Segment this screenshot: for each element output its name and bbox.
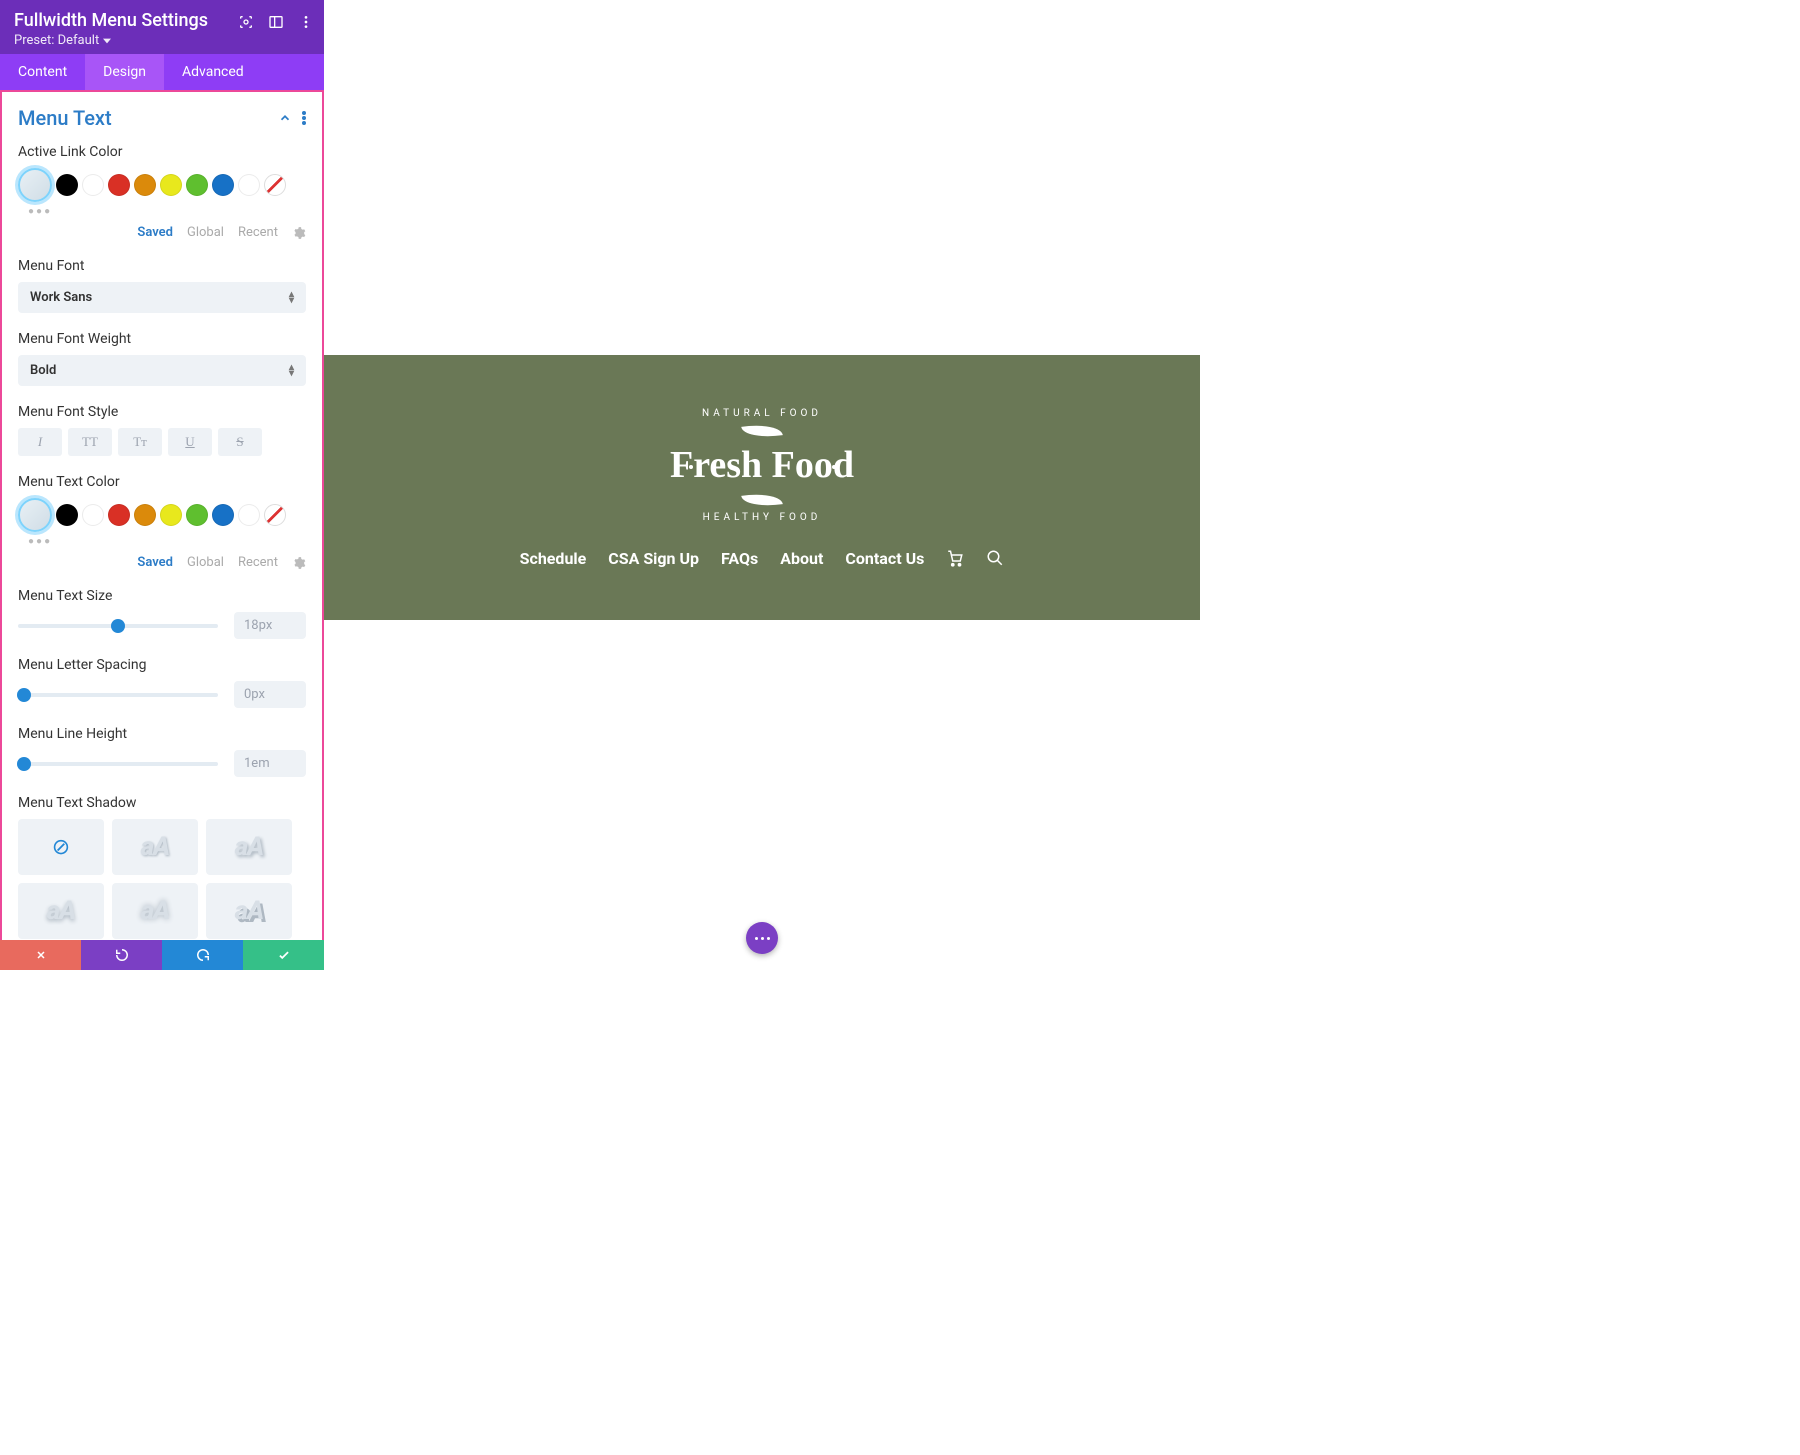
- swatch-green[interactable]: [186, 174, 208, 196]
- swatch-white2[interactable]: [238, 504, 260, 526]
- preview-area: NATURAL FOOD Fresh Food HEALTHY FOOD Sch…: [324, 0, 1200, 970]
- panel-tabs: Content Design Advanced: [0, 54, 324, 90]
- gear-icon[interactable]: [292, 226, 306, 240]
- label-menu-font: Menu Font: [18, 258, 306, 274]
- menu-font-weight-select[interactable]: Bold ▴▾: [18, 355, 306, 386]
- panel-body: Menu Text Active Link Color: [0, 90, 324, 970]
- line-height-input[interactable]: 1em: [234, 750, 306, 777]
- shadow-preset-5[interactable]: aA: [206, 883, 292, 939]
- tab-design[interactable]: Design: [85, 54, 164, 90]
- menu-font-select[interactable]: Work Sans ▴▾: [18, 282, 306, 313]
- menu-text-size-input[interactable]: 18px: [234, 612, 306, 639]
- menu-text-color-swatches: [18, 498, 306, 532]
- style-italic[interactable]: I: [18, 428, 62, 456]
- color-tab-recent[interactable]: Recent: [238, 555, 278, 570]
- swatch-blue[interactable]: [212, 174, 234, 196]
- swatch-white2[interactable]: [238, 174, 260, 196]
- swatch-black[interactable]: [56, 174, 78, 196]
- label-active-link-color: Active Link Color: [18, 144, 306, 160]
- redo-button[interactable]: [162, 940, 243, 970]
- swatch-black[interactable]: [56, 504, 78, 526]
- undo-button[interactable]: [81, 940, 162, 970]
- swatch-white[interactable]: [82, 504, 104, 526]
- label-letter-spacing: Menu Letter Spacing: [18, 657, 306, 673]
- nav-contact[interactable]: Contact Us: [845, 549, 924, 568]
- swatch-transparent[interactable]: [264, 504, 286, 526]
- logo-text: Fresh Food: [670, 443, 854, 487]
- shadow-preset-4[interactable]: aA: [112, 883, 198, 939]
- swatch-red[interactable]: [108, 504, 130, 526]
- nav-faqs[interactable]: FAQs: [721, 549, 758, 568]
- swatch-more[interactable]: ●●●: [28, 536, 306, 547]
- swatch-yellow[interactable]: [160, 504, 182, 526]
- swatch-blue[interactable]: [212, 504, 234, 526]
- active-link-color-swatches: [18, 168, 306, 202]
- tab-content[interactable]: Content: [0, 54, 85, 90]
- gear-icon[interactable]: [292, 556, 306, 570]
- shadow-none[interactable]: ⊘: [18, 819, 104, 875]
- layout-icon[interactable]: [268, 14, 284, 30]
- panel-header: Fullwidth Menu Settings Preset: Default: [0, 0, 324, 54]
- label-menu-text-size: Menu Text Size: [18, 588, 306, 604]
- style-smallcaps[interactable]: Tᴛ: [118, 428, 162, 456]
- style-strike[interactable]: S: [218, 428, 262, 456]
- target-icon[interactable]: [238, 14, 254, 30]
- collapse-icon[interactable]: [278, 111, 292, 125]
- shadow-preset-1[interactable]: aA: [112, 819, 198, 875]
- close-button[interactable]: [0, 940, 81, 970]
- section-title: Menu Text: [18, 106, 112, 130]
- style-uppercase[interactable]: TT: [68, 428, 112, 456]
- swatch-selected[interactable]: [18, 498, 52, 532]
- shadow-preset-2[interactable]: aA: [206, 819, 292, 875]
- leaf-icon: [741, 421, 783, 440]
- style-underline[interactable]: U: [168, 428, 212, 456]
- swatch-selected[interactable]: [18, 168, 52, 202]
- color-tab-global[interactable]: Global: [187, 555, 224, 570]
- label-line-height: Menu Line Height: [18, 726, 306, 742]
- line-height-slider[interactable]: [18, 762, 218, 766]
- swatch-orange[interactable]: [134, 174, 156, 196]
- swatch-transparent[interactable]: [264, 174, 286, 196]
- color-tab-saved[interactable]: Saved: [137, 225, 173, 240]
- preset-dropdown[interactable]: Preset: Default: [14, 33, 310, 48]
- nav-menu: Schedule CSA Sign Up FAQs About Contact …: [520, 549, 1005, 568]
- letter-spacing-slider[interactable]: [18, 693, 218, 697]
- search-icon[interactable]: [986, 549, 1004, 567]
- nav-schedule[interactable]: Schedule: [520, 549, 587, 568]
- color-tab-global[interactable]: Global: [187, 225, 224, 240]
- color-tab-saved[interactable]: Saved: [137, 555, 173, 570]
- fab-button[interactable]: [746, 922, 778, 954]
- swatch-more[interactable]: ●●●: [28, 206, 306, 217]
- label-text-shadow: Menu Text Shadow: [18, 795, 306, 811]
- settings-panel: Fullwidth Menu Settings Preset: Default …: [0, 0, 324, 970]
- menu-text-size-slider[interactable]: [18, 624, 218, 628]
- letter-spacing-input[interactable]: 0px: [234, 681, 306, 708]
- swatch-orange[interactable]: [134, 504, 156, 526]
- nav-about[interactable]: About: [780, 549, 823, 568]
- hero-section: NATURAL FOOD Fresh Food HEALTHY FOOD Sch…: [324, 355, 1200, 620]
- save-button[interactable]: [243, 940, 324, 970]
- shadow-preset-3[interactable]: aA: [18, 883, 104, 939]
- leaf-icon: [741, 490, 783, 509]
- label-menu-font-weight: Menu Font Weight: [18, 331, 306, 347]
- panel-footer: [0, 940, 324, 970]
- section-more-icon[interactable]: [302, 111, 306, 125]
- swatch-red[interactable]: [108, 174, 130, 196]
- nav-csa-signup[interactable]: CSA Sign Up: [608, 549, 699, 568]
- cart-icon[interactable]: [946, 549, 964, 567]
- label-menu-text-color: Menu Text Color: [18, 474, 306, 490]
- logo: NATURAL FOOD Fresh Food HEALTHY FOOD: [685, 408, 840, 523]
- swatch-white[interactable]: [82, 174, 104, 196]
- tab-advanced[interactable]: Advanced: [164, 54, 262, 90]
- label-menu-font-style: Menu Font Style: [18, 404, 306, 420]
- more-icon[interactable]: [298, 14, 314, 30]
- color-tab-recent[interactable]: Recent: [238, 225, 278, 240]
- swatch-yellow[interactable]: [160, 174, 182, 196]
- swatch-green[interactable]: [186, 504, 208, 526]
